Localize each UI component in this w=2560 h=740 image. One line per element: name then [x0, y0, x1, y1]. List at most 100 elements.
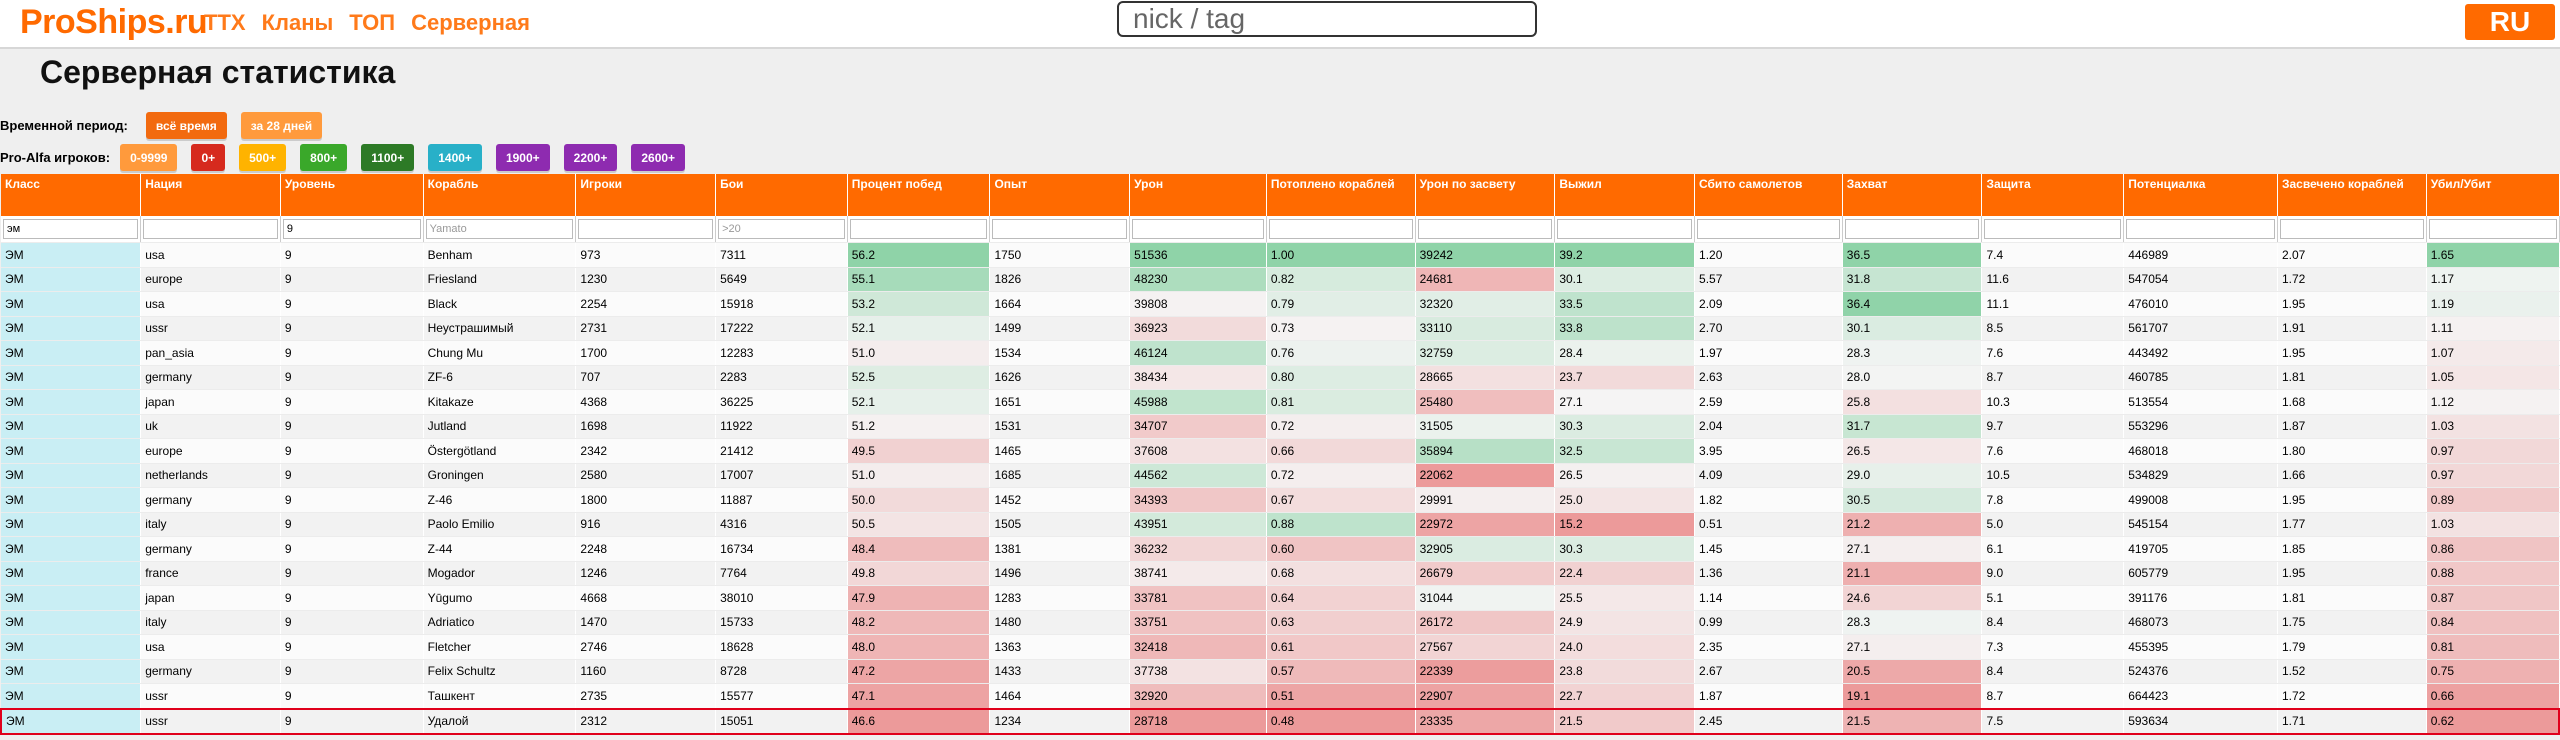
table-cell[interactable]: Yūgumo	[423, 585, 577, 611]
nav-server[interactable]: Серверная	[411, 10, 530, 36]
search-input[interactable]	[1117, 1, 1537, 37]
pro-alfa-button[interactable]: 2200+	[563, 144, 618, 171]
table-cell[interactable]: Kitakaze	[423, 389, 577, 415]
table-row[interactable]: ЭМ italy 9 Adriatico 1470 15733 48.2 1480 33751 0…	[1, 610, 2560, 635]
column-header[interactable]: Засвечено кораблей	[2277, 174, 2427, 216]
table-row[interactable]: ЭМ uk 9 Jutland 1698 11922 51.2 1531 34707 0.72 31…	[1, 414, 2560, 439]
pro-alfa-button[interactable]: 500+	[239, 144, 287, 171]
table-row[interactable]: ЭМ ussr 9 Удалой 2312 15051 46.6 1234 28718 0.48 2…	[0, 707, 2560, 735]
table-cell: 1.00	[1266, 242, 1416, 268]
table-row[interactable]: ЭМ europe 9 Friesland 1230 5649 55.1 1826 48230 0…	[1, 267, 2560, 292]
period-button[interactable]: всё время	[145, 112, 227, 139]
pro-alfa-button[interactable]: 0+	[191, 144, 226, 171]
table-cell[interactable]: Benham	[423, 242, 577, 268]
table-row[interactable]: ЭМ germany 9 ZF-6 707 2283 52.5 1626 38434 0.80 28…	[1, 365, 2560, 390]
nav-ttx[interactable]: ТТХ	[204, 10, 246, 36]
table-row[interactable]: ЭМ pan_asia 9 Chung Mu 1700 12283 51.0 1534 4612…	[1, 340, 2560, 366]
column-header[interactable]: Нация	[140, 174, 281, 216]
column-header[interactable]: Процент побед	[847, 174, 991, 216]
table-cell[interactable]: ZF-6	[423, 365, 577, 390]
table-row[interactable]: ЭМ ussr 9 Ташкент 2735 15577 47.1 1464 32920 0.51…	[1, 683, 2560, 709]
column-header[interactable]: Уровень	[280, 174, 424, 216]
column-header[interactable]: Защита	[1981, 174, 2125, 216]
column-filter-input[interactable]	[1984, 219, 2122, 239]
table-cell[interactable]: Adriatico	[423, 610, 577, 635]
column-filter-input[interactable]	[718, 219, 845, 239]
column-filter-input[interactable]	[1697, 219, 1840, 239]
table-row[interactable]: ЭМ france 9 Mogador 1246 7764 49.8 1496 38741 0.6…	[1, 561, 2560, 586]
table-row[interactable]: ЭМ germany 9 Z-44 2248 16734 48.4 1381 36232 0.60…	[1, 536, 2560, 562]
column-filter-input[interactable]	[425, 219, 574, 239]
column-filter-input[interactable]	[282, 219, 421, 239]
table-cell: 17222	[715, 316, 848, 341]
column-header[interactable]: Потенциалка	[2123, 174, 2278, 216]
pro-alfa-button[interactable]: 1400+	[428, 144, 482, 171]
column-filter-input[interactable]	[1844, 219, 1980, 239]
site-logo[interactable]: ProShips.ru	[20, 3, 208, 42]
table-cell[interactable]: Ташкент	[423, 683, 577, 709]
column-filter-input[interactable]	[992, 219, 1128, 239]
column-header[interactable]: Корабль	[423, 174, 577, 216]
column-filter-input[interactable]	[2279, 219, 2424, 239]
period-filter: Временной период: всё время за 28 дней	[0, 112, 336, 139]
table-cell: 21.2	[1842, 512, 1983, 537]
table-cell[interactable]: Groningen	[423, 463, 577, 488]
pro-alfa-button[interactable]: 800+	[300, 144, 348, 171]
column-header[interactable]: Класс	[1, 174, 142, 216]
table-row[interactable]: ЭМ germany 9 Felix Schultz 1160 8728 47.2 1433 3…	[1, 659, 2560, 684]
column-filter-input[interactable]	[2428, 219, 2557, 239]
table-row[interactable]: ЭМ italy 9 Paolo Emilio 916 4316 50.5 1505 43951…	[1, 512, 2560, 537]
table-cell[interactable]: Jutland	[423, 414, 577, 439]
pro-alfa-button[interactable]: 1100+	[361, 144, 415, 171]
table-row[interactable]: ЭМ usa 9 Fletcher 2746 18628 48.0 1363 32418 0.61…	[1, 634, 2560, 660]
period-button[interactable]: за 28 дней	[240, 112, 323, 139]
pro-alfa-button[interactable]: 2600+	[631, 144, 686, 171]
column-header[interactable]: Бои	[715, 174, 848, 216]
table-cell[interactable]: Östergötland	[423, 438, 577, 464]
table-cell[interactable]: Mogador	[423, 561, 577, 586]
table-cell: 48.4	[847, 536, 991, 562]
table-row[interactable]: ЭМ germany 9 Z-46 1800 11887 50.0 1452 34393 0.67…	[1, 487, 2560, 513]
column-filter-input[interactable]	[1557, 219, 1693, 239]
table-cell: 1499	[989, 316, 1131, 341]
column-filter-input[interactable]	[1417, 219, 1553, 239]
column-filter-input[interactable]	[1268, 219, 1413, 239]
nav-clans[interactable]: Кланы	[262, 10, 334, 36]
table-row[interactable]: ЭМ netherlands 9 Groningen 2580 17007 51.0 1685…	[1, 463, 2560, 488]
table-cell[interactable]: Felix Schultz	[423, 659, 577, 684]
column-filter-input[interactable]	[1132, 219, 1264, 239]
pro-alfa-button[interactable]: 1900+	[495, 144, 550, 171]
table-row[interactable]: ЭМ usa 9 Benham 973 7311 56.2 1750 51536 1.00 3924…	[1, 242, 2560, 268]
column-filter-input[interactable]	[143, 219, 278, 239]
table-row[interactable]: ЭМ ussr 9 Неустрашимый 2731 17222 52.1 1499 3692…	[1, 316, 2560, 341]
table-row[interactable]: ЭМ usa 9 Black 2254 15918 53.2 1664 39808 0.79 323…	[1, 291, 2560, 317]
language-button[interactable]: RU	[2465, 4, 2555, 40]
column-header[interactable]: Потоплено кораблей	[1266, 174, 1416, 216]
table-cell[interactable]: Chung Mu	[423, 340, 577, 366]
column-header[interactable]: Выжил	[1554, 174, 1696, 216]
table-cell[interactable]: Z-44	[423, 536, 577, 562]
column-filter-input[interactable]	[578, 219, 714, 239]
column-header[interactable]: Урон по засвету	[1415, 174, 1556, 216]
column-header[interactable]: Сбито самолетов	[1694, 174, 1843, 216]
pro-alfa-button[interactable]: 0-9999	[120, 144, 178, 171]
column-header[interactable]: Урон	[1129, 174, 1267, 216]
column-filter-input[interactable]	[849, 219, 988, 239]
table-cell[interactable]: Неустрашимый	[423, 316, 577, 341]
column-header[interactable]: Опыт	[989, 174, 1131, 216]
table-cell[interactable]: Удалой	[423, 707, 577, 735]
table-row[interactable]: ЭМ japan 9 Kitakaze 4368 36225 52.1 1651 45988 0.…	[1, 389, 2560, 415]
table-cell[interactable]: Fletcher	[423, 634, 577, 660]
nav-top[interactable]: ТОП	[349, 10, 395, 36]
table-row[interactable]: ЭМ europe 9 Östergötland 2342 21412 49.5 1465 37…	[1, 438, 2560, 464]
table-cell[interactable]: Paolo Emilio	[423, 512, 577, 537]
column-header[interactable]: Захват	[1842, 174, 1983, 216]
column-filter-input[interactable]	[3, 219, 139, 239]
table-cell[interactable]: Z-46	[423, 487, 577, 513]
table-cell[interactable]: Friesland	[423, 267, 577, 292]
column-header[interactable]: Убил/Убит	[2426, 174, 2560, 216]
table-cell[interactable]: Black	[423, 291, 577, 317]
column-filter-input[interactable]	[2126, 219, 2275, 239]
column-header[interactable]: Игроки	[575, 174, 717, 216]
table-row[interactable]: ЭМ japan 9 Yūgumo 4668 38010 47.9 1283 33781 0.64…	[1, 585, 2560, 611]
